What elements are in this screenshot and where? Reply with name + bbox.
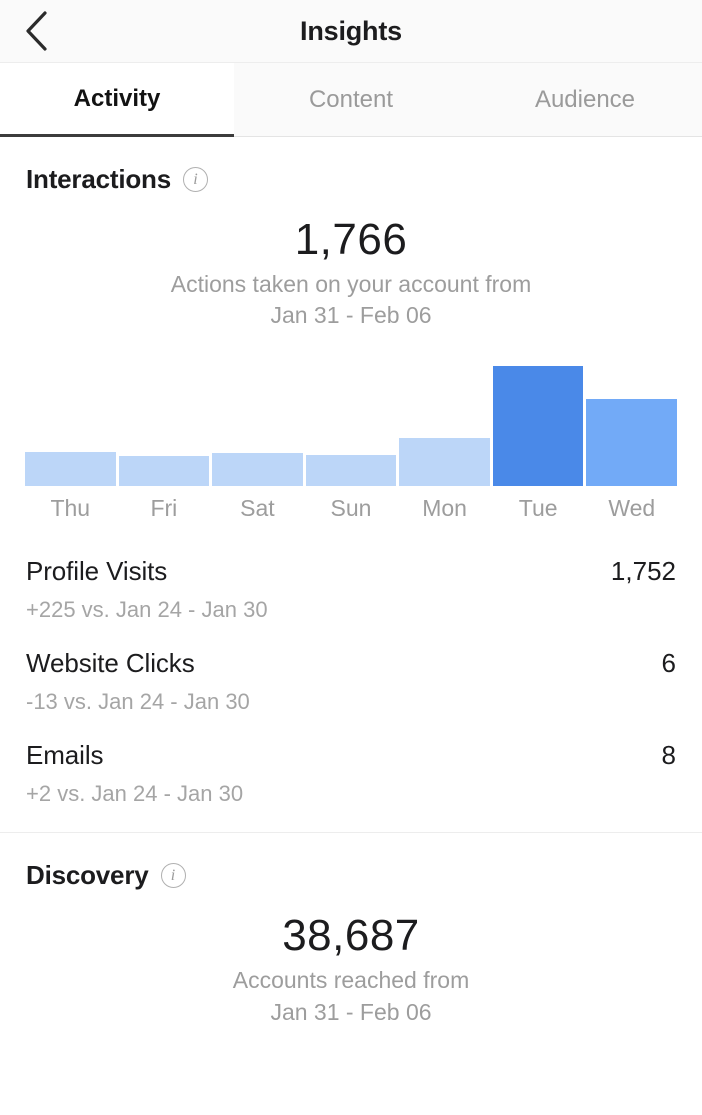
chart-x-labels: Thu Fri Sat Sun Mon Tue Wed xyxy=(25,495,677,522)
bar-tue[interactable] xyxy=(492,365,584,487)
bar-label-wed: Wed xyxy=(608,495,656,522)
bar-mon[interactable] xyxy=(399,438,490,487)
tab-bar: Activity Content Audience xyxy=(0,62,702,137)
interactions-section: Interactions i 1,766 Actions taken on yo… xyxy=(0,137,702,331)
discovery-caption-line1: Accounts reached from xyxy=(232,967,470,994)
bar-label-sun: Sun xyxy=(330,495,372,522)
bar-column xyxy=(118,359,210,487)
back-button[interactable] xyxy=(6,0,68,62)
tab-audience-label: Audience xyxy=(534,85,636,113)
discovery-header: Discovery i xyxy=(26,833,676,891)
metric-top: Profile Visits 1,752 xyxy=(26,556,676,587)
interactions-summary: 1,766 Actions taken on your account from… xyxy=(26,215,676,331)
interactions-value: 1,766 xyxy=(294,215,408,264)
discovery-summary: 38,687 Accounts reached from Jan 31 - Fe… xyxy=(26,913,676,1027)
metric-top: Emails 8 xyxy=(26,740,676,771)
info-circle-icon[interactable]: i xyxy=(160,863,186,889)
bar-column xyxy=(586,359,678,487)
bar-column xyxy=(305,359,397,487)
metric-comparison: +225 vs. Jan 24 - Jan 30 xyxy=(26,597,268,623)
metric-row-website-clicks[interactable]: Website Clicks 6 -13 vs. Jan 24 - Jan 30 xyxy=(26,648,676,740)
interactions-metrics: Profile Visits 1,752 +225 vs. Jan 24 - J… xyxy=(0,556,702,832)
bar-thu[interactable] xyxy=(25,452,116,487)
interactions-bar-chart: Thu Fri Sat Sun Mon Tue Wed xyxy=(0,359,702,522)
tab-activity[interactable]: Activity xyxy=(0,63,234,137)
bar-wed[interactable] xyxy=(586,398,678,487)
interactions-caption: Actions taken on your account from Jan 3… xyxy=(26,269,676,331)
metric-top: Website Clicks 6 xyxy=(26,648,676,679)
interactions-title: Interactions xyxy=(26,164,171,194)
bar-label-mon: Mon xyxy=(422,495,467,522)
metric-row-profile-visits[interactable]: Profile Visits 1,752 +225 vs. Jan 24 - J… xyxy=(26,556,676,648)
metric-value: 6 xyxy=(661,648,676,679)
metric-value: 1,752 xyxy=(610,556,676,587)
interactions-caption-line1: Actions taken on your account from xyxy=(170,271,532,298)
chart-bars xyxy=(25,359,678,487)
nav-bar: Insights xyxy=(0,0,702,62)
bar-label-tue: Tue xyxy=(518,495,558,522)
discovery-title: Discovery xyxy=(26,860,149,891)
chevron-left-icon xyxy=(26,11,47,51)
discovery-value: 38,687 xyxy=(282,911,420,961)
tab-audience[interactable]: Audience xyxy=(468,63,702,137)
bar-column xyxy=(25,359,116,487)
tab-activity-label: Activity xyxy=(73,84,161,112)
discovery-section: Discovery i 38,687 Accounts reached from… xyxy=(0,833,702,1027)
bar-column xyxy=(212,359,303,487)
discovery-caption-line2: Jan 31 - Feb 06 xyxy=(270,998,432,1025)
bar-label-fri: Fri xyxy=(150,495,178,522)
metric-name: Website Clicks xyxy=(26,648,195,679)
bar-sat[interactable] xyxy=(212,453,303,487)
metric-name: Emails xyxy=(26,740,104,771)
bar-label-thu: Thu xyxy=(50,495,91,522)
bar-column xyxy=(492,359,584,487)
bar-column xyxy=(399,359,490,487)
bar-label-sat: Sat xyxy=(240,495,275,522)
bar-sun[interactable] xyxy=(305,454,397,487)
metric-comparison: -13 vs. Jan 24 - Jan 30 xyxy=(26,689,250,715)
page-title: Insights xyxy=(300,15,402,46)
interactions-header: Interactions i xyxy=(26,137,676,195)
tab-content-label: Content xyxy=(308,85,394,113)
metric-comparison: +2 vs. Jan 24 - Jan 30 xyxy=(26,781,244,807)
bar-fri[interactable] xyxy=(118,455,210,487)
metric-row-emails[interactable]: Emails 8 +2 vs. Jan 24 - Jan 30 xyxy=(26,740,676,832)
discovery-caption: Accounts reached from Jan 31 - Feb 06 xyxy=(26,965,676,1027)
interactions-caption-line2: Jan 31 - Feb 06 xyxy=(270,302,432,329)
tab-content[interactable]: Content xyxy=(234,63,468,137)
metric-value: 8 xyxy=(661,740,676,771)
info-circle-icon[interactable]: i xyxy=(182,167,208,192)
metric-name: Profile Visits xyxy=(26,556,168,587)
